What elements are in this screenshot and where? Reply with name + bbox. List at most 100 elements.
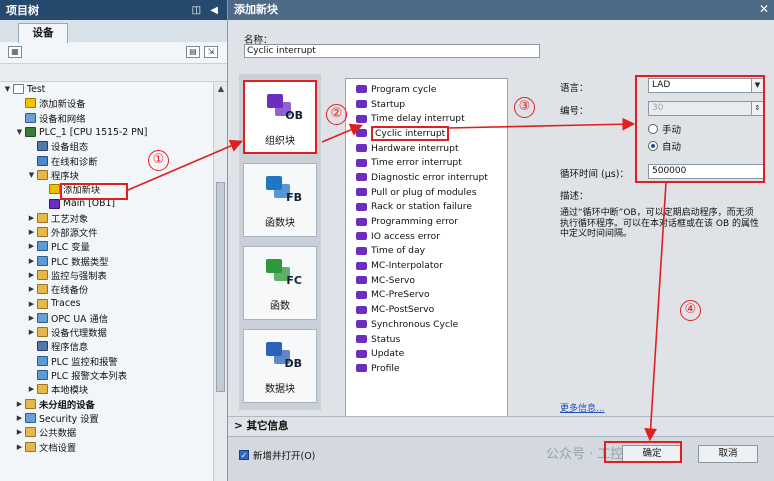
export-icon[interactable]: ⇲ xyxy=(204,46,218,58)
star-icon xyxy=(49,184,60,195)
tree-item[interactable]: PLC 报警文本列表 xyxy=(0,368,212,382)
tree-item[interactable]: ▶ 在线备份 xyxy=(0,282,212,296)
tree-item-label: PLC 变量 xyxy=(51,242,90,254)
tree-item[interactable]: ▼ 程序块 xyxy=(0,168,212,182)
ob-list-item[interactable]: MC-PreServo xyxy=(346,288,507,303)
tree-item[interactable]: ▶ 文档设置 xyxy=(0,439,212,454)
close-icon[interactable]: ✕ xyxy=(756,1,772,18)
extra-info-section[interactable]: > 其它信息 xyxy=(228,416,774,436)
ob-list-item[interactable]: Hardware interrupt xyxy=(346,141,507,156)
tree-item[interactable]: 添加新设备 xyxy=(0,96,212,110)
ob-list-item[interactable]: Update xyxy=(346,346,507,361)
tree-item[interactable]: 在线和诊断 xyxy=(0,153,212,168)
grid-view-icon[interactable]: ▦ xyxy=(8,46,22,58)
tree-item-label: 未分组的设备 xyxy=(39,399,95,411)
ob-list-item[interactable]: Cyclic interrupt xyxy=(346,125,507,141)
expand-toggle-icon[interactable]: ▶ xyxy=(27,242,36,250)
tree-item[interactable]: 设备和网络 xyxy=(0,111,212,125)
expand-toggle-icon[interactable]: ▶ xyxy=(27,285,36,293)
block-type-fc-button[interactable]: FC 函数 xyxy=(243,246,317,320)
ob-list-item[interactable]: Startup xyxy=(346,97,507,112)
expand-toggle-icon[interactable]: ▶ xyxy=(27,228,36,236)
ob-list-item[interactable]: Rack or station failure xyxy=(346,200,507,215)
tree-item[interactable]: ▶ 未分组的设备 xyxy=(0,397,212,411)
ob-list-item-label: MC-Interpolator xyxy=(371,260,443,272)
block-type-ob-button[interactable]: OB 组织块 xyxy=(243,80,317,154)
scroll-up-icon[interactable]: ▲ xyxy=(214,82,227,96)
checkbox-checked-icon[interactable]: ✓ xyxy=(239,450,249,460)
chevron-right-icon[interactable]: > xyxy=(234,420,243,432)
block-type-caption: 数据块 xyxy=(265,384,295,395)
expand-toggle-icon[interactable]: ▼ xyxy=(15,128,24,136)
tree-item[interactable]: ▶ PLC 数据类型 xyxy=(0,254,212,268)
expand-toggle-icon[interactable]: ▶ xyxy=(27,214,36,222)
expand-toggle-icon[interactable]: ▶ xyxy=(15,428,24,436)
ob-list-item[interactable]: MC-Servo xyxy=(346,273,507,288)
ob-list-item[interactable]: IO access error xyxy=(346,229,507,244)
tree-item[interactable]: ▶ PLC 变量 xyxy=(0,239,212,253)
expand-toggle-icon[interactable]: ▶ xyxy=(27,257,36,265)
annotation-box-properties xyxy=(635,75,765,183)
block-type-db-button[interactable]: DB 数据块 xyxy=(243,329,317,403)
block-tag: FB xyxy=(286,191,302,204)
block-type-fb-button[interactable]: FB 函数块 xyxy=(243,163,317,237)
tree-item-label: 程序信息 xyxy=(51,342,89,354)
add-and-open-checkbox[interactable]: ✓ 新增并打开(O) xyxy=(239,448,315,462)
expand-toggle-icon[interactable]: ▶ xyxy=(27,271,36,279)
ob-list-item[interactable]: Time delay interrupt xyxy=(346,111,507,126)
ob-list-item[interactable]: Time of day xyxy=(346,244,507,259)
net-icon xyxy=(25,412,36,423)
ob-type-list: Program cycle Startup Time delay interrupt… xyxy=(345,78,508,422)
ob-list-item[interactable]: MC-Interpolator xyxy=(346,258,507,273)
cpu-icon xyxy=(25,127,36,138)
expand-toggle-icon[interactable]: ▶ xyxy=(15,443,24,451)
scroll-thumb[interactable] xyxy=(216,182,225,392)
expand-toggle-icon[interactable]: ▶ xyxy=(27,314,36,322)
tree-item[interactable]: ▶ Traces xyxy=(0,296,212,310)
ob-list-item[interactable]: MC-PostServo xyxy=(346,302,507,317)
tree-scrollbar[interactable]: ▲ xyxy=(213,82,227,481)
ob-list-item[interactable]: Diagnostic error interrupt xyxy=(346,170,507,185)
tree-item[interactable]: ▶ 工艺对象 xyxy=(0,211,212,225)
ob-list-item[interactable]: Program cycle xyxy=(346,82,507,97)
block-type-caption: 组织块 xyxy=(265,136,295,147)
ob-list-item-label: MC-PostServo xyxy=(371,304,435,316)
name-input[interactable]: Cyclic interrupt xyxy=(244,44,540,58)
more-info-link[interactable]: 更多信息... xyxy=(560,401,605,414)
fold-icon xyxy=(25,427,36,438)
tree-item-label: Test xyxy=(27,83,46,95)
ob-icon xyxy=(356,129,367,138)
description-text: 通过“循环中断”OB，可以定期启动程序，而无须执行循环程序。可以在本对话框或在该… xyxy=(560,208,759,239)
tree-item[interactable]: ▶ 外部源文件 xyxy=(0,225,212,239)
tree-item[interactable]: 程序信息 xyxy=(0,339,212,353)
expand-toggle-icon[interactable]: ▶ xyxy=(15,414,24,422)
expand-toggle-icon[interactable]: ▶ xyxy=(15,400,24,408)
expand-toggle-icon[interactable]: ▶ xyxy=(27,328,36,336)
tree-item[interactable]: ▼ PLC_1 [CPU 1515-2 PN] xyxy=(0,125,212,139)
tree-item[interactable]: 设备组态 xyxy=(0,139,212,153)
cancel-button[interactable]: 取消 xyxy=(698,445,758,463)
expand-toggle-icon[interactable]: ▼ xyxy=(27,171,36,179)
tree-item[interactable]: ▶ 公共数据 xyxy=(0,425,212,439)
ob-list-item[interactable]: Pull or plug of modules xyxy=(346,185,507,200)
ob-list-item[interactable]: Programming error xyxy=(346,214,507,229)
expand-toggle-icon[interactable]: ▶ xyxy=(27,385,36,393)
ob-list-item[interactable]: Profile xyxy=(346,361,507,376)
ob-list-item[interactable]: Time error interrupt xyxy=(346,155,507,170)
tree-item[interactable]: ▶ Security 设置 xyxy=(0,411,212,425)
panel-controls-icon[interactable]: ◫ ◀ xyxy=(192,5,221,16)
ob-icon xyxy=(356,144,367,153)
expand-toggle-icon[interactable]: ▶ xyxy=(27,300,36,308)
tree-item[interactable]: ▶ OPC UA 通信 xyxy=(0,311,212,325)
ob-list-item[interactable]: Status xyxy=(346,332,507,347)
fold-icon xyxy=(37,384,48,395)
tree-item[interactable]: ▼ Test xyxy=(0,82,212,96)
tree-item[interactable]: ▶ 监控与强制表 xyxy=(0,268,212,282)
expand-toggle-icon[interactable]: ▼ xyxy=(3,85,12,93)
tree-item[interactable]: ▶ 本地模块 xyxy=(0,382,212,396)
tree-item[interactable]: PLC 监控和报警 xyxy=(0,354,212,368)
detail-view-icon[interactable]: ▤ xyxy=(186,46,200,58)
tab-devices[interactable]: 设备 xyxy=(18,23,68,43)
tree-item[interactable]: ▶ 设备代理数据 xyxy=(0,325,212,339)
ob-list-item[interactable]: Synchronous Cycle xyxy=(346,317,507,332)
